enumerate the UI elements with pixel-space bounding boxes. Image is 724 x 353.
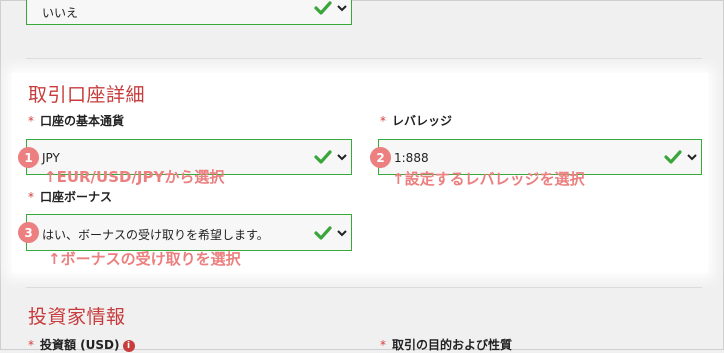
required-mark: * xyxy=(380,114,386,128)
annotation-badge-3: 3 xyxy=(18,222,39,243)
required-mark: * xyxy=(28,190,34,204)
account-section-title: 取引口座詳細 xyxy=(28,84,146,106)
base-currency-label: * 口座の基本通貨 xyxy=(28,114,125,128)
previous-select[interactable]: いいえ xyxy=(26,0,352,25)
bonus-value: はい、ボーナスの受け取りを希望します。 xyxy=(42,228,269,242)
annotation-badge-2: 2 xyxy=(370,147,391,168)
leverage-value: 1:888 xyxy=(394,151,429,165)
divider xyxy=(26,287,702,288)
chevron-down-icon xyxy=(687,154,697,161)
chevron-down-icon xyxy=(337,5,347,12)
annotation-badge-1: 1 xyxy=(18,147,39,168)
check-icon xyxy=(664,150,682,164)
base-currency-value: JPY xyxy=(42,151,60,165)
bonus-label: * 口座ボーナス xyxy=(28,190,113,204)
annotation-leverage: ↑設定するレバレッジを選択 xyxy=(392,170,585,188)
check-icon xyxy=(314,226,332,240)
annotation-currency: ↑EUR/USD/JPYから選択 xyxy=(44,168,225,186)
check-icon xyxy=(314,1,332,15)
chevron-down-icon xyxy=(337,230,347,237)
chevron-down-icon xyxy=(337,154,347,161)
previous-select-value: いいえ xyxy=(42,6,79,20)
required-mark: * xyxy=(28,114,34,128)
divider xyxy=(26,58,702,59)
investment-amount-label: * 投資額 (USD) i xyxy=(28,336,135,353)
investor-section-title: 投資家情報 xyxy=(28,306,126,328)
annotation-bonus: ↑ボーナスの受け取りを選択 xyxy=(48,250,241,268)
leverage-label: * レバレッジ xyxy=(380,114,453,128)
check-icon xyxy=(314,150,332,164)
bonus-select[interactable]: はい、ボーナスの受け取りを希望します。 xyxy=(26,214,352,251)
trade-purpose-label: * 取引の目的および性質 xyxy=(380,338,513,352)
